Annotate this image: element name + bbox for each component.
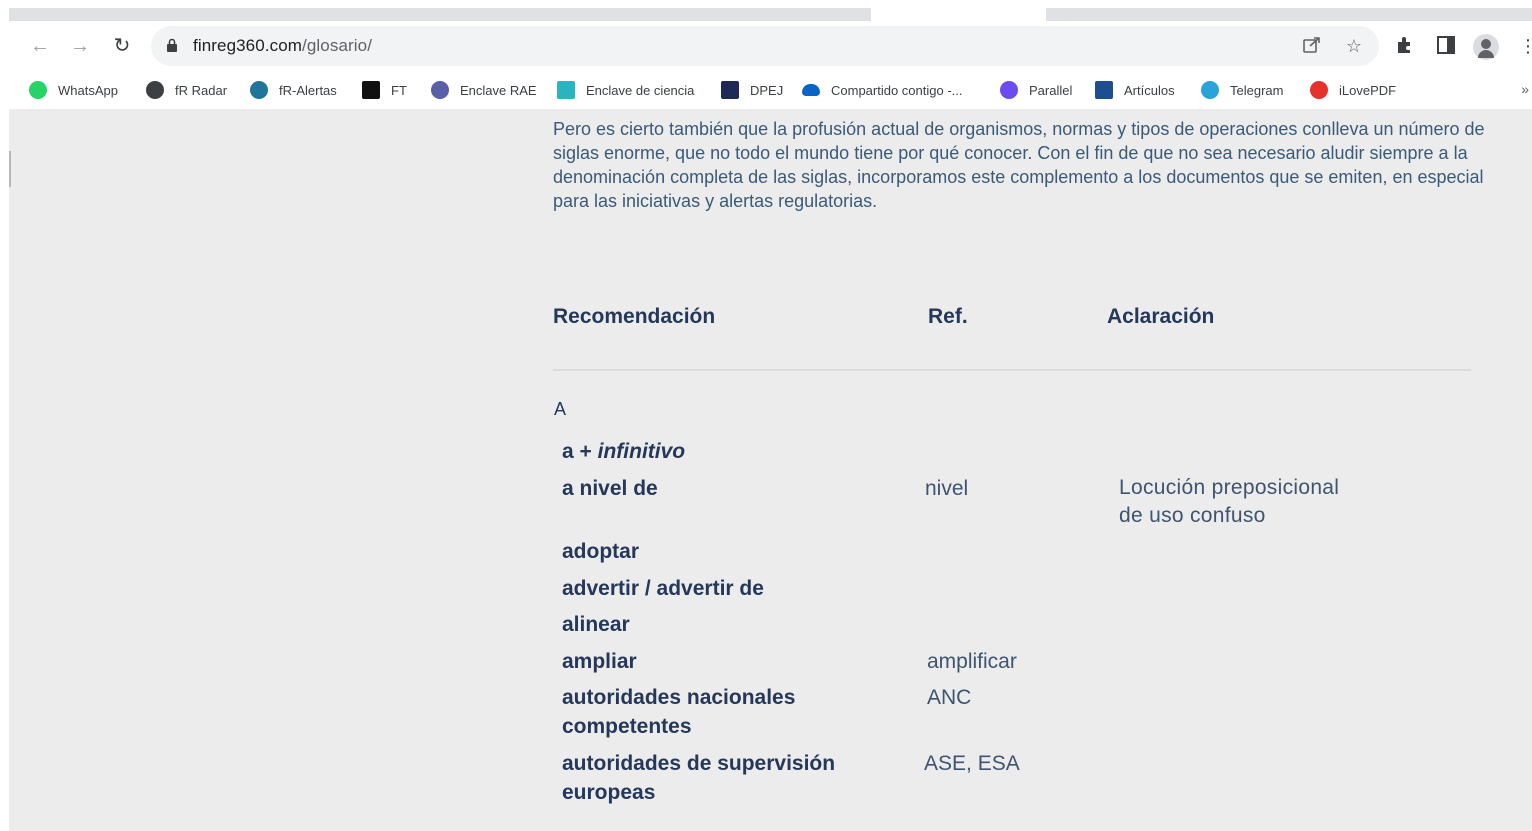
rae-icon xyxy=(431,81,449,99)
bookmark-label: iLovePDF xyxy=(1339,82,1397,98)
term-italic-text: infinitivo xyxy=(597,440,686,463)
term-line: autoridades nacionales xyxy=(562,686,796,709)
ft-icon xyxy=(362,81,380,99)
bookmark-label: Parallel xyxy=(1029,82,1073,98)
ciencia-icon xyxy=(557,81,575,99)
browser-toolbar: ← → ↻ finreg360.com/glosario/ ☆ ⋮ xyxy=(9,21,1532,71)
bookmark-fr-alertas[interactable]: fR-Alertas xyxy=(250,80,337,100)
extensions-icon[interactable] xyxy=(1393,35,1415,57)
header-aclaracion: Aclaración xyxy=(1107,305,1215,328)
table-row: a + infinitivo xyxy=(562,437,685,466)
tab-strip xyxy=(9,8,1532,21)
section-letter: A xyxy=(554,399,567,419)
back-icon[interactable]: ← xyxy=(27,33,53,59)
bookmark-enclave-rae[interactable]: Enclave RAE xyxy=(431,80,537,100)
term-line: europeas xyxy=(562,781,656,804)
reload-icon[interactable]: ↻ xyxy=(109,33,135,59)
table-row-ref: amplificar xyxy=(927,650,1017,673)
bookmark-label: WhatsApp xyxy=(58,82,118,98)
bookmark-compartido[interactable]: Compartido contigo -... xyxy=(802,80,963,100)
url-text[interactable]: finreg360.com/glosario/ xyxy=(193,36,372,56)
table-row-term: autoridades nacionales competentes xyxy=(562,683,795,741)
table-row-term: alinear xyxy=(562,613,630,636)
bookmark-telegram[interactable]: Telegram xyxy=(1201,80,1283,100)
table-row-ref: nivel xyxy=(925,477,969,500)
whatsapp-icon xyxy=(29,81,47,99)
bookmark-label: Enclave de ciencia xyxy=(586,82,695,98)
table-row-term: autoridades de supervisión europeas xyxy=(562,749,835,807)
term-text: a + xyxy=(562,440,598,463)
bookmark-label: Compartido contigo -... xyxy=(831,82,963,98)
bookmark-ilovepdf[interactable]: iLovePDF xyxy=(1310,80,1396,100)
globe-icon xyxy=(146,81,164,99)
bookmark-parallel[interactable]: Parallel xyxy=(1000,80,1072,100)
bookmark-label: Telegram xyxy=(1230,82,1284,98)
onedrive-icon xyxy=(802,84,820,96)
left-edge-divider xyxy=(9,151,11,187)
share-icon[interactable] xyxy=(1301,35,1323,57)
address-bar[interactable]: finreg360.com/glosario/ ☆ xyxy=(151,26,1379,66)
articulos-icon xyxy=(1095,81,1113,99)
table-row-term: ampliar xyxy=(562,650,637,673)
term-line: autoridades de supervisión xyxy=(562,752,836,775)
header-recomendacion: Recomendación xyxy=(553,305,716,328)
bookmark-fr-radar[interactable]: fR Radar xyxy=(146,80,227,100)
bookmark-ft[interactable]: FT xyxy=(362,80,407,100)
dpej-icon xyxy=(721,81,739,99)
page-content: Pero es cierto también que la profusión … xyxy=(9,109,1532,831)
bookmark-whatsapp[interactable]: WhatsApp xyxy=(29,80,118,100)
wordpress-icon xyxy=(250,81,268,99)
bookmark-label: fR Radar xyxy=(175,82,228,98)
browser-window: ← → ↻ finreg360.com/glosario/ ☆ ⋮ WhatsA… xyxy=(9,8,1532,831)
menu-kebab-icon[interactable]: ⋮ xyxy=(1517,35,1532,57)
active-tab[interactable] xyxy=(871,8,1046,21)
bookmark-articulos[interactable]: Artículos xyxy=(1095,80,1175,100)
aclaracion-line: de uso confuso xyxy=(1119,504,1266,527)
intro-paragraph: Pero es cierto también que la profusión … xyxy=(553,119,1485,211)
header-ref: Ref. xyxy=(928,305,968,328)
table-row-ref: ANC xyxy=(927,686,972,709)
table-row-term: adoptar xyxy=(562,540,640,563)
header-divider xyxy=(553,369,1471,371)
star-icon[interactable]: ☆ xyxy=(1343,35,1365,57)
ilovepdf-icon xyxy=(1310,81,1328,99)
lock-icon xyxy=(167,38,177,52)
side-panel-icon[interactable] xyxy=(1435,35,1457,57)
table-row-aclaracion: Locución preposicional de uso confuso xyxy=(1119,474,1339,530)
bookmarks-overflow-icon[interactable]: » xyxy=(1521,81,1529,97)
bookmark-dpej[interactable]: DPEJ xyxy=(721,80,783,100)
bookmark-label: FT xyxy=(391,82,407,98)
aclaracion-line: Locución preposicional xyxy=(1119,476,1340,499)
bookmark-label: Enclave RAE xyxy=(460,82,537,98)
parallel-icon xyxy=(1000,81,1018,99)
telegram-icon xyxy=(1201,81,1219,99)
bookmark-label: Artículos xyxy=(1124,82,1175,98)
table-row-ref: ASE, ESA xyxy=(924,752,1020,775)
bookmark-label: DPEJ xyxy=(750,82,784,98)
table-row-term: a nivel de xyxy=(562,477,658,500)
bookmark-enclave-ciencia[interactable]: Enclave de ciencia xyxy=(557,80,694,100)
table-row-term: advertir / advertir de xyxy=(562,577,764,600)
term-line: competentes xyxy=(562,715,692,738)
forward-icon[interactable]: → xyxy=(67,33,93,59)
profile-avatar[interactable] xyxy=(1473,34,1499,60)
bookmark-label: fR-Alertas xyxy=(279,82,337,98)
bookmarks-bar: WhatsApp fR Radar fR-Alertas FT Enclave … xyxy=(9,71,1532,109)
